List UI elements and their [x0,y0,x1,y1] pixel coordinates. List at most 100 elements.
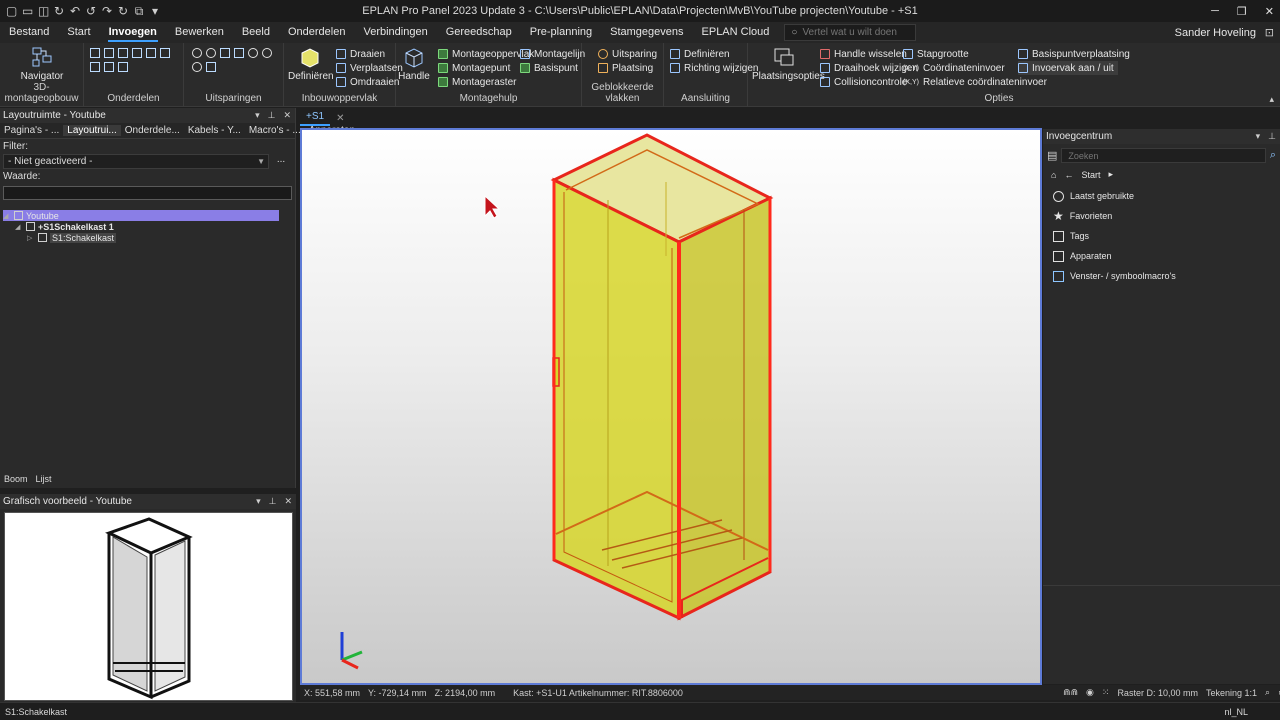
circle-cutout-icon[interactable] [192,48,202,58]
basispuntverplaatsing-button[interactable]: Basispuntverplaatsing [1018,47,1130,61]
richting-wijzigen-button[interactable]: Richting wijzigen [670,61,758,75]
waarde-input[interactable] [3,186,292,200]
tab-layoutruimte[interactable]: Layoutrui... [63,125,121,136]
tab-onderdelen[interactable]: Onderdelen [279,22,355,43]
new-file-icon[interactable]: ▢ [6,4,17,19]
tab-onderdelen-panel[interactable]: Onderdele... [121,125,184,136]
circle-cutout-2-icon[interactable] [206,48,216,58]
panel-close-icon[interactable]: ✕ [283,110,291,121]
tab-kabels[interactable]: Kabels - Y... [184,125,245,136]
rail-icon[interactable] [146,48,156,58]
stapgrootte-button[interactable]: Stapgrootte [903,47,969,61]
tell-me-search[interactable]: ○ [784,24,917,41]
snap-icon[interactable]: ⋒⋒ [1059,687,1082,698]
export-icon[interactable]: ⧉ [134,4,144,19]
definieren-button[interactable]: Definiëren [288,45,334,82]
pin-icon[interactable]: ⊥ [268,110,276,121]
view-eye-icon[interactable]: ◉ [1082,687,1098,698]
duct-icon[interactable] [132,48,142,58]
verplaatsen-button[interactable]: Verplaatsen [336,61,403,75]
3d-viewport[interactable] [300,128,1042,685]
undo-list-icon[interactable]: ↺ [86,4,96,19]
tab-bestand[interactable]: Bestand [0,22,58,43]
search-icon[interactable]: ⌕ [1270,149,1276,162]
cabinet-icon[interactable] [160,48,170,58]
user-account-icon[interactable]: ⊡ [1265,26,1274,39]
handle-button[interactable]: Handle [398,45,430,82]
definieren-aansluiting-button[interactable]: Definiëren [670,47,730,61]
redo-list-icon[interactable]: ↻ [118,4,128,19]
round-cutout-icon[interactable] [248,48,258,58]
tab-verbindingen[interactable]: Verbindingen [354,22,436,43]
bracket-icon[interactable] [118,62,128,72]
relatieve-coordinateninvoer-button[interactable]: (X,Y) Relatieve coördinateninvoer [903,75,1047,89]
montagelijn-button[interactable]: Montagelijn [520,47,585,61]
navigator-button[interactable]: Navigator [20,45,64,82]
tab-eplan-cloud[interactable]: EPLAN Cloud [693,22,779,43]
insert-item-recent[interactable]: Laatst gebruikte [1043,186,1280,206]
tab-lijst[interactable]: Lijst [32,474,56,487]
tab-macros[interactable]: Macro's - ... [245,125,305,136]
tab-paginas[interactable]: Pagina's - ... [0,125,63,136]
collapse-icon[interactable]: ◢ [3,212,11,220]
tab-boom[interactable]: Boom [0,474,32,487]
tab-s1[interactable]: +S1 [300,110,331,126]
coordinateninvoer-button[interactable]: (X,Y) Coördinateninvoer [903,61,1005,75]
tab-stamgegevens[interactable]: Stamgegevens [601,22,692,43]
handle-wisselen-button[interactable]: Handle wisselen [820,47,907,61]
breadcrumb-start[interactable]: Start [1081,170,1100,180]
mount-panel-icon[interactable] [90,48,100,58]
tree-node-cabinet[interactable]: ◢ +S1Schakelkast 1 [3,221,295,232]
tree-node-project[interactable]: ◢ Youtube [3,210,279,221]
tab-gereedschap[interactable]: Gereedschap [437,22,521,43]
preview-viewport[interactable] [4,512,293,701]
busbar-icon[interactable] [104,48,114,58]
grid-icon[interactable] [90,62,100,72]
filter-more-button[interactable]: ... [272,154,290,169]
cabinet-3d-model[interactable] [302,130,1040,683]
tell-me-input[interactable] [802,27,903,38]
omdraaien-button[interactable]: Omdraaien [336,75,399,89]
customize-toolbar-icon[interactable]: ▾ [150,4,160,19]
draaien-button[interactable]: Draaien [336,47,385,61]
collapse-ribbon-icon[interactable]: ▴ [1269,94,1274,105]
preview-pin-icon[interactable]: ⊥ [269,496,277,507]
list-icon[interactable] [104,62,114,72]
home-icon[interactable]: ⌂ [1051,170,1056,180]
preview-close-icon[interactable]: ✕ [284,496,292,507]
collapse-icon[interactable]: ◢ [15,223,23,231]
insert-pin-icon[interactable]: ⊥ [1268,131,1276,142]
back-icon[interactable]: ← [1064,170,1073,180]
zoom-search-icon[interactable]: ⌕ [1261,687,1274,698]
tab-invoegen[interactable]: Invoegen [100,22,166,43]
rect-cutout-icon[interactable] [220,48,230,58]
user-name[interactable]: Sander Hoveling [1175,27,1256,39]
close-tab-icon[interactable]: ✕ [336,113,344,124]
panel-menu-icon[interactable]: ▾ [255,110,260,121]
view-toggle-icon[interactable]: ▤ [1047,149,1057,162]
insert-search-input[interactable] [1061,148,1266,163]
refresh-icon[interactable]: ↻ [54,4,64,19]
expand-icon[interactable]: ▷ [27,234,35,242]
collisioncontrole-button[interactable]: Collisioncontrole [820,75,907,89]
tab-start[interactable]: Start [58,22,99,43]
maximize-button[interactable]: ❐ [1237,5,1247,18]
tree-node-schakelkast[interactable]: ▷ S1:Schakelkast [3,232,295,243]
basispunt-button[interactable]: Basispunt [520,61,578,75]
grid-dots-icon[interactable]: ⁙ [1098,687,1114,698]
open-file-icon[interactable]: ▭ [22,4,33,19]
insert-menu-icon[interactable]: ▾ [1256,131,1261,142]
invoervak-button[interactable]: Invoervak aan / uit [1018,61,1118,75]
zoom-window-icon[interactable]: ▭ [1274,687,1280,698]
insert-item-devices[interactable]: Apparaten [1043,246,1280,266]
insert-item-favorites[interactable]: ★ Favorieten [1043,206,1280,226]
close-button[interactable]: ✕ [1265,5,1274,18]
hole-cutout-icon[interactable] [262,48,272,58]
insert-item-tags[interactable]: Tags [1043,226,1280,246]
redo-icon[interactable]: ↷ [102,4,112,19]
plaatsingsopties-button[interactable]: Plaatsingsopties [752,45,825,82]
square-cutout-icon[interactable] [234,48,244,58]
arc-cutout-icon[interactable] [192,62,202,72]
minimize-button[interactable]: ─ [1211,5,1219,17]
filter-select[interactable]: - Niet geactiveerd - ▼ [3,154,269,169]
